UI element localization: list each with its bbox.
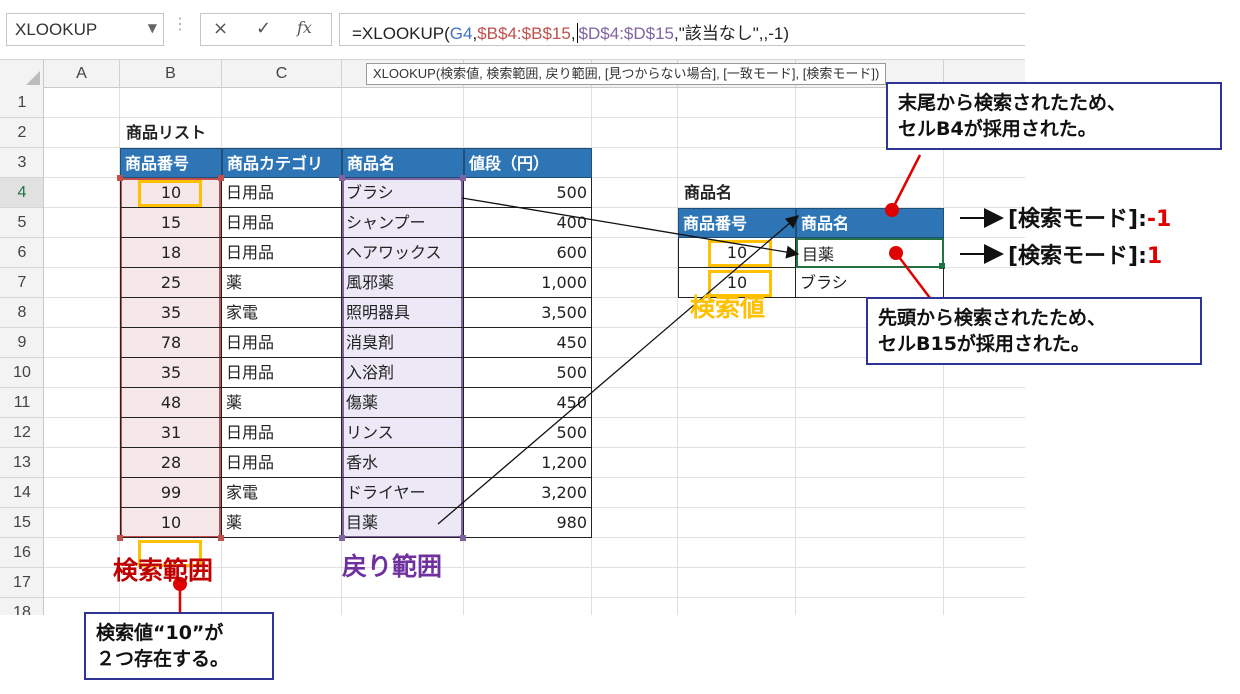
lookup-value-label: 検索値: [690, 293, 766, 322]
return-range-label: 戻り範囲: [342, 552, 443, 581]
arrow-b15-to-result: [437, 215, 799, 525]
callout-line: 末尾から検索されたため、: [898, 92, 1127, 114]
search-mode-text: [検索モード]:: [1008, 207, 1147, 232]
connector-top: [890, 154, 922, 211]
search-mode-value: -1: [1146, 207, 1172, 232]
callout-first-to-last: 先頭から検索されたため、 セルB15が採用された。: [866, 297, 1202, 365]
connector-dot: [885, 203, 899, 217]
callout-line: セルB15が採用された。: [878, 333, 1090, 355]
arrow-b4-to-result: [461, 197, 800, 259]
callout-line: 先頭から検索されたため、: [878, 307, 1107, 329]
callout-line: セルB4が採用された。: [898, 118, 1097, 140]
callout-line: ２つ存在する。: [96, 648, 230, 670]
callout-line: 検索値“10”が: [96, 622, 224, 644]
callout-duplicate-values: 検索値“10”が ２つ存在する。: [84, 612, 274, 680]
callout-last-to-first: 末尾から検索されたため、 セルB4が採用された。: [886, 82, 1222, 150]
connector-right: [895, 252, 931, 299]
search-mode-label-1: [検索モード]:-1: [1008, 201, 1171, 233]
connector-dot: [889, 246, 903, 260]
search-mode-text: [検索モード]:: [1008, 244, 1147, 269]
search-mode-label-2: [検索モード]:1: [1008, 238, 1162, 270]
search-mode-value: 1: [1146, 244, 1163, 269]
search-range-label: 検索範囲: [113, 556, 214, 585]
